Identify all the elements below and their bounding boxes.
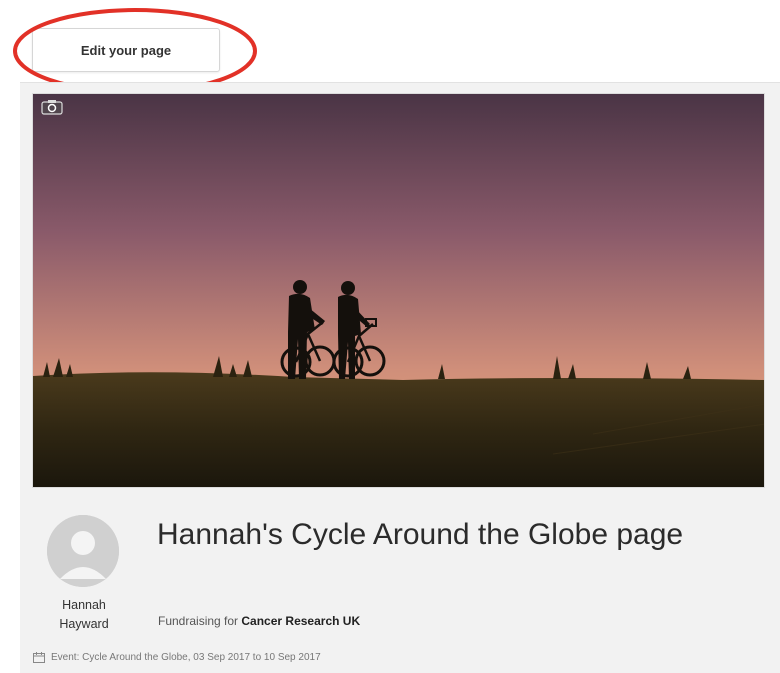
cover-image (32, 93, 765, 488)
camera-icon[interactable] (41, 99, 63, 115)
fundraising-prefix: Fundraising for (158, 614, 239, 628)
cover-photo (33, 94, 764, 487)
owner-name: Hannah Hayward (44, 596, 124, 634)
edit-page-button[interactable]: Edit your page (32, 28, 220, 72)
fundraising-line: Fundraising for Cancer Research UK (158, 614, 360, 628)
owner-last-name: Hayward (59, 617, 109, 631)
charity-link[interactable]: Cancer Research UK (241, 614, 360, 628)
user-placeholder-icon (47, 515, 119, 587)
page-title: Hannah's Cycle Around the Globe page (157, 518, 684, 551)
event-line: Event: Cycle Around the Globe, 03 Sep 20… (33, 652, 321, 663)
avatar[interactable] (47, 515, 119, 587)
calendar-icon (33, 652, 45, 663)
owner-first-name: Hannah (62, 598, 106, 612)
event-text: Event: Cycle Around the Globe, 03 Sep 20… (51, 652, 321, 663)
